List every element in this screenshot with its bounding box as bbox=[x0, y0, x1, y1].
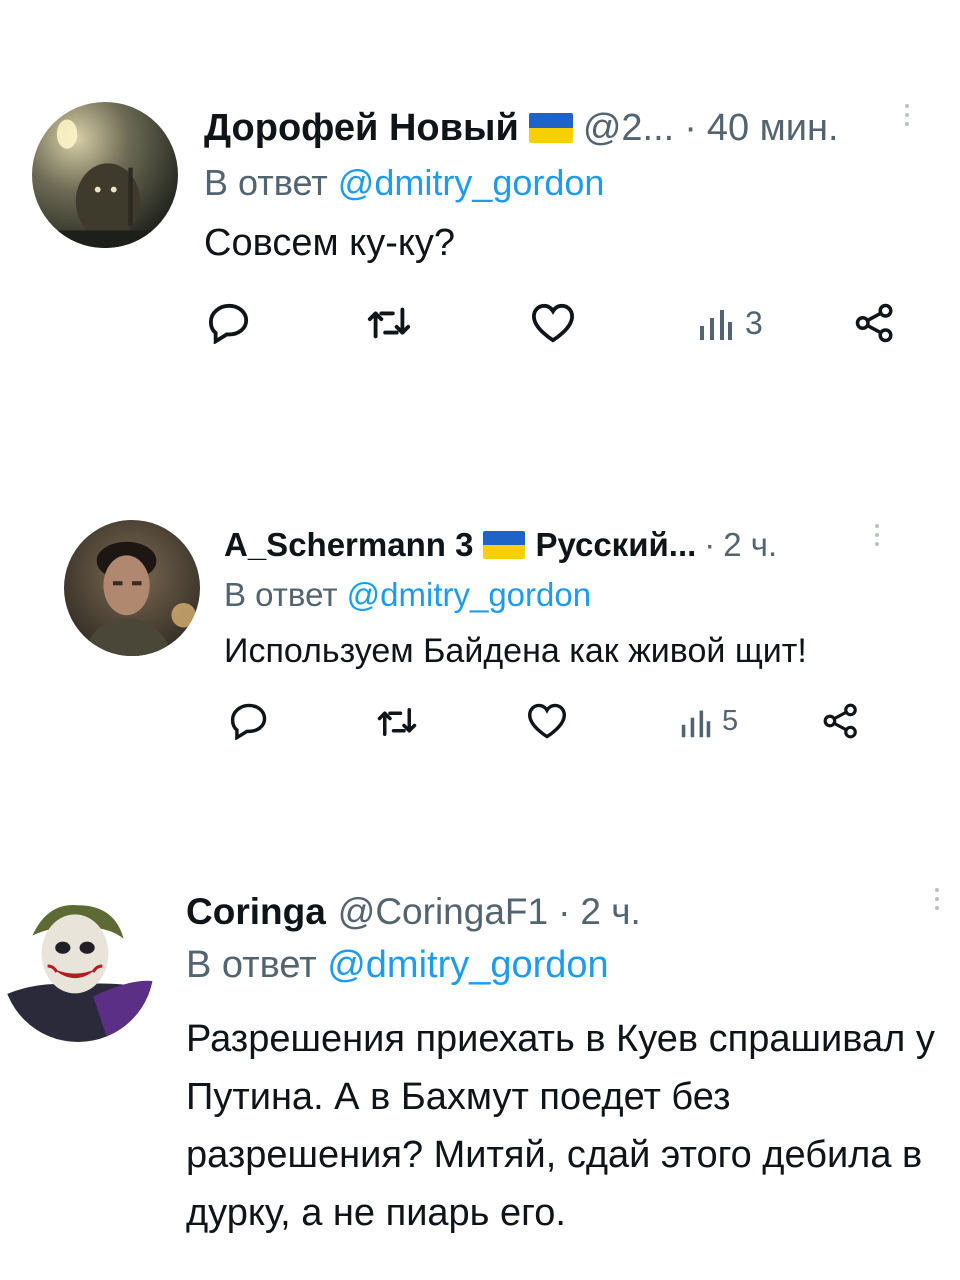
retweet-icon[interactable] bbox=[366, 305, 412, 341]
like-icon[interactable] bbox=[530, 302, 576, 344]
separator: · bbox=[704, 526, 716, 563]
tweet-2[interactable]: A_Schermann 3 Русский... · 2 ч. В ответ … bbox=[0, 480, 960, 810]
ukraine-flag-icon bbox=[483, 531, 526, 559]
separator: · bbox=[558, 891, 571, 932]
reply-to: В ответ @dmitry_gordon bbox=[186, 944, 609, 987]
reply-mention-link[interactable]: @dmitry_gordon bbox=[338, 162, 605, 203]
separator: · bbox=[684, 106, 697, 149]
like-icon[interactable] bbox=[526, 702, 568, 740]
author-display-suffix[interactable]: Русский... bbox=[535, 526, 696, 564]
views-icon[interactable] bbox=[680, 708, 712, 738]
share-icon[interactable] bbox=[822, 702, 860, 740]
reply-to: В ответ @dmitry_gordon bbox=[204, 162, 604, 204]
tweet-time[interactable]: 2 ч. bbox=[723, 526, 777, 564]
reply-to: В ответ @dmitry_gordon bbox=[224, 576, 591, 614]
author-name[interactable]: A_Schermann 3 bbox=[224, 526, 473, 564]
avatar[interactable] bbox=[64, 520, 200, 656]
reply-prefix: В ответ bbox=[224, 576, 338, 613]
author-handle[interactable]: @2... bbox=[583, 107, 674, 150]
tweet-text: Совсем ку-ку? bbox=[204, 222, 456, 264]
tweet-3[interactable]: Coringa @CoringaF1 · 2 ч. В ответ @dmitr… bbox=[0, 860, 960, 1280]
more-options-icon[interactable] bbox=[902, 104, 912, 131]
tweet-1[interactable]: Дорофей Новый @2... · 40 мин. В ответ @d… bbox=[0, 0, 960, 420]
reply-prefix: В ответ bbox=[186, 944, 317, 986]
share-icon[interactable] bbox=[854, 302, 896, 344]
avatar[interactable] bbox=[32, 102, 178, 248]
tweet-time[interactable]: 40 мин. bbox=[707, 107, 839, 150]
more-options-icon[interactable] bbox=[872, 524, 882, 551]
tweet-text: Разрешения приехать в Куев спрашивал у П… bbox=[186, 1018, 935, 1234]
reply-icon[interactable] bbox=[206, 302, 252, 344]
views-count: 3 bbox=[745, 305, 763, 341]
reply-prefix: В ответ bbox=[204, 162, 328, 203]
author-handle[interactable]: @CoringaF1 bbox=[338, 891, 548, 933]
hedgehog-avatar-image bbox=[32, 102, 178, 248]
man-portrait-avatar-image bbox=[64, 520, 200, 656]
tweet-time[interactable]: 2 ч. bbox=[580, 891, 640, 933]
views-icon[interactable] bbox=[698, 308, 734, 340]
more-options-icon[interactable] bbox=[932, 888, 942, 915]
reply-mention-link[interactable]: @dmitry_gordon bbox=[327, 944, 608, 986]
author-name[interactable]: Дорофей Новый bbox=[204, 107, 519, 150]
avatar[interactable] bbox=[2, 890, 154, 1042]
retweet-icon[interactable] bbox=[376, 706, 418, 738]
reply-mention-link[interactable]: @dmitry_gordon bbox=[347, 576, 591, 613]
ukraine-flag-icon bbox=[528, 113, 573, 143]
tweet-text: Используем Байдена как живой щит! bbox=[224, 632, 807, 670]
joker-avatar-image bbox=[2, 890, 154, 1042]
views-count: 5 bbox=[722, 705, 739, 737]
reply-icon[interactable] bbox=[228, 702, 270, 740]
author-name[interactable]: Coringa bbox=[186, 891, 326, 933]
